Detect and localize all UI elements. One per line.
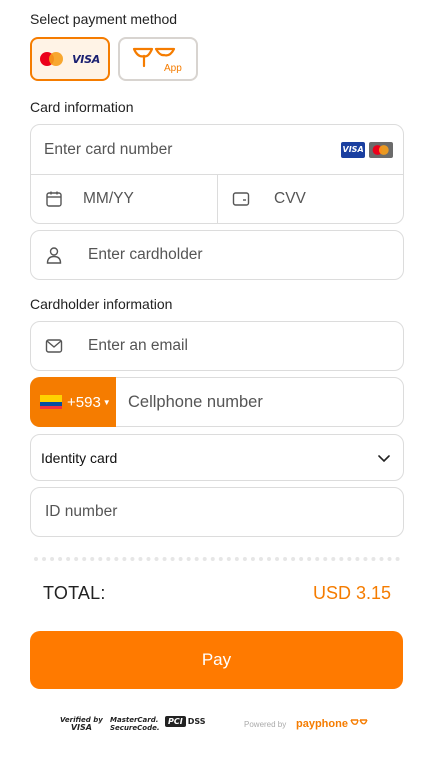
visa-badge-icon: VISA — [341, 141, 365, 158]
country-code-selector[interactable]: +593 ▼ — [30, 377, 116, 427]
id-type-select[interactable]: Identity card — [30, 434, 404, 481]
payphone-logo: payphone — [296, 718, 368, 730]
expiry-field[interactable] — [30, 174, 218, 224]
cardholder-field[interactable] — [30, 230, 404, 280]
divider — [34, 557, 400, 561]
mastercard-securecode-logo: MasterCard. SecureCode. — [110, 716, 160, 732]
powered-by-text: Powered by — [244, 720, 287, 729]
card-number-input[interactable] — [44, 140, 342, 159]
email-input[interactable] — [88, 337, 403, 355]
expiry-input[interactable] — [83, 190, 217, 208]
pay-button[interactable]: Pay — [30, 631, 403, 689]
card-cvv-icon — [232, 191, 250, 207]
card-number-field[interactable]: VISA — [30, 124, 404, 175]
card-info-label: Card information — [30, 99, 134, 115]
cardholder-input[interactable] — [88, 246, 403, 264]
mail-icon — [45, 338, 63, 354]
visa-logo: VISA — [72, 52, 100, 66]
total-label: TOTAL: — [43, 583, 106, 603]
id-type-value: Identity card — [41, 449, 118, 466]
svg-text:App: App — [164, 63, 182, 74]
mastercard-badge-icon — [369, 141, 393, 158]
mastercard-icon — [40, 52, 64, 66]
verified-by-visa-logo: Verified by VISA — [60, 716, 103, 732]
pci-dss-logo: PCI DSS — [165, 716, 206, 727]
card-payment-option[interactable]: VISA — [30, 37, 110, 81]
payphone-app-icon: App — [132, 47, 182, 74]
app-payment-option[interactable]: App — [118, 37, 198, 81]
user-icon — [45, 246, 63, 264]
cvv-input[interactable] — [274, 190, 403, 208]
id-number-field[interactable] — [30, 487, 404, 537]
cvv-field[interactable] — [217, 174, 404, 224]
chevron-down-icon — [377, 453, 391, 463]
email-field[interactable] — [30, 321, 404, 371]
calendar-icon — [45, 190, 63, 208]
phone-input[interactable] — [128, 392, 403, 412]
country-code: +593 — [67, 393, 101, 411]
cardholder-info-label: Cardholder information — [30, 296, 173, 312]
ecuador-flag-icon — [40, 395, 62, 409]
payment-method-label: Select payment method — [30, 11, 178, 27]
total-amount: USD 3.15 — [312, 583, 391, 603]
id-number-input[interactable] — [45, 503, 403, 521]
caret-down-icon: ▼ — [102, 397, 111, 407]
